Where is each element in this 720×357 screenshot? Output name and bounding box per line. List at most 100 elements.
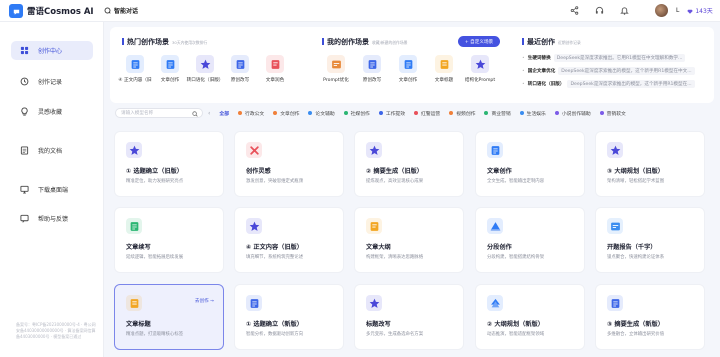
mine-scene-item[interactable]: Prompt优化 (321, 55, 351, 83)
scene-card[interactable]: ④ 正文内容（旧版） 填充细节，系统构筑完整论述 (234, 207, 344, 273)
hot-scene-item[interactable]: 文章润色 (260, 55, 290, 83)
chevron-left-icon[interactable]: ‹ (208, 110, 210, 117)
card-title: 创作灵感 (246, 168, 271, 175)
recent-subtitle: 近期创作记录 (558, 40, 581, 45)
scene-card[interactable]: 文章标题 精准点题，打造吸睛核心标签 去创作 → (114, 284, 224, 350)
category-label: 商业营销 (491, 111, 511, 117)
category-tab[interactable]: 红警运营 (414, 110, 440, 117)
category-dot-icon (484, 111, 489, 115)
card-title: ③ 摘要生成（新版） (607, 321, 664, 328)
model-search-input[interactable]: 请输入模型名称 (115, 108, 203, 118)
scene-card[interactable]: 文章创作 全文生成，智能输出定制内容 (475, 131, 585, 197)
sidebar-item-label: 下载桌面端 (38, 187, 69, 194)
hot-scene-item[interactable]: 转口语化（旧版） (187, 55, 223, 83)
category-tab[interactable]: 视频创作 (449, 110, 475, 117)
star-icon (126, 142, 142, 158)
sidebar-item-label: 我的文档 (38, 148, 63, 155)
category-label: 行政公文 (245, 111, 265, 117)
sidebar-item-creation-center[interactable]: 创作中心 (11, 41, 93, 60)
card-description: 智能分析，数据驱动创新方向 (246, 332, 304, 337)
recent-item[interactable]: • 生硬词替换 DeepSeek是深度求索推出。它用R1模型在中文理解和数学..… (522, 54, 686, 62)
report-icon (327, 55, 345, 73)
sidebar-item-history[interactable]: 创作记录 (11, 72, 93, 91)
user-menu[interactable]: L 143天 (655, 4, 713, 17)
sidebar-footer: 备案号：粤ICP备2023000000号-4 · 粤公网安备4403000000… (16, 322, 96, 339)
tree-icon (487, 295, 503, 311)
sidebar-item-favorites[interactable]: 灵感收藏 (11, 102, 93, 121)
category-label: 生活娱乐 (526, 111, 546, 117)
category-tab[interactable]: 文章创作 (273, 110, 299, 117)
scene-item-label: 文章润色 (265, 78, 285, 83)
card-description: 全文生成，智能输出定制内容 (487, 179, 545, 184)
custom-scene-button[interactable]: + 自定义场景 (458, 36, 500, 47)
card-title: ① 选题确立（新版） (246, 321, 303, 328)
scene-card[interactable]: 文章大纲 构建框架，清晰表达思路脉络 (354, 207, 464, 273)
go-create-link[interactable]: 去创作 → (195, 298, 214, 304)
mine-scene-item[interactable]: 文章标题 (429, 55, 459, 83)
category-tab[interactable]: 生活娱乐 (519, 110, 546, 117)
bullet-icon: • (522, 55, 525, 61)
category-dot-icon (519, 111, 524, 115)
scene-card[interactable]: ③ 摘要生成（新版） 多维融合，立体输出研究价值 (595, 284, 705, 350)
scene-card[interactable]: 分段创作 分段构建，智能搭建结构骨架 (475, 207, 585, 273)
scene-card[interactable]: 标题改写 多元变形，生成备选命名方案 (354, 284, 464, 350)
sidebar-item-help[interactable]: 帮助与反馈 (11, 209, 93, 228)
doc-icon (607, 295, 623, 311)
share-icon[interactable] (569, 5, 580, 16)
category-tab[interactable]: 论文辅助 (308, 110, 335, 117)
bell-icon[interactable] (619, 5, 630, 16)
scene-panels: 热门创作场景 30天内使用次数排行 ④ 正文内容（旧 文章创作 转口语化（旧版）… (110, 27, 714, 103)
category-tab[interactable]: 社媒创作 (343, 110, 370, 117)
scene-card[interactable]: ① 选题确立（新版） 智能分析，数据驱动创新方向 (234, 284, 344, 350)
category-tab[interactable]: 商业营销 (484, 110, 511, 117)
avatar (655, 4, 668, 17)
sidebar-item-label: 帮助与反馈 (38, 216, 69, 223)
smart-chat-link[interactable]: 智能对话 (104, 6, 138, 15)
grid-icon (20, 46, 29, 55)
scene-card[interactable]: 创作灵感 激发创意，突破思维定式瓶颈 (234, 131, 344, 197)
card-description: 填充细节，系统构筑完整论述 (246, 255, 304, 260)
star-icon (196, 55, 214, 73)
sidebar-item-download[interactable]: 下载桌面端 (11, 180, 93, 199)
card-title: 标题改写 (366, 321, 391, 328)
scene-card[interactable]: ② 大纲规划（新版） 动态推演，智能适配框架领域 (475, 284, 585, 350)
hot-scene-item[interactable]: ④ 正文内容（旧 (118, 55, 152, 83)
card-title: 文章标题 (126, 321, 151, 328)
scene-card[interactable]: ③ 大纲规划（旧版） 架构清晰，轻松搭起学术蓝图 (595, 131, 705, 197)
sidebar-item-label: 创作中心 (38, 48, 63, 55)
card-description: 架构清晰，轻松搭起学术蓝图 (607, 179, 665, 184)
bulb-icon (21, 107, 28, 116)
scene-card[interactable]: ② 摘要生成（旧版） 提炼观点，高效呈现核心成果 (354, 131, 464, 197)
scene-card[interactable]: ① 选题确立（旧版） 精准定位，助力发掘研究亮点 (114, 131, 224, 197)
user-name: L (676, 7, 680, 14)
top-bar: 雷语Cosmos AI 智能对话 L 143天 (0, 0, 720, 22)
category-dot-icon (378, 111, 383, 115)
star-icon (366, 295, 382, 311)
card-description: 提炼观点，高效呈现核心成果 (366, 179, 424, 184)
category-tab[interactable]: 小说创作辅助 (554, 110, 591, 117)
scene-item-label: 文章创作 (398, 78, 418, 83)
sidebar-item-documents[interactable]: 我的文档 (11, 141, 93, 160)
recent-item[interactable]: • 国企文章优化 DeepSeek是深度求索推出的模型，这个新手用R1模型在中文… (522, 67, 695, 75)
category-tab[interactable]: 全部 (219, 110, 229, 117)
hot-scene-item[interactable]: 文章创作 (155, 55, 185, 83)
category-label: 论文辅助 (315, 111, 335, 117)
mine-scene-item[interactable]: 原创改写 (357, 55, 387, 83)
category-tab[interactable]: 营销软文 (599, 110, 626, 117)
headset-icon[interactable] (594, 5, 605, 16)
category-label: 视频创作 (456, 111, 476, 117)
hot-scene-item[interactable]: 原创改写 (225, 55, 255, 83)
app-logo[interactable]: 雷语Cosmos AI (9, 4, 94, 18)
recent-item[interactable]: • 转口语化（旧版） DeepSeek是深度求索推出的模型，这个新手用R1模型在… (522, 80, 695, 88)
mine-scene-item[interactable]: 文章创作 (393, 55, 423, 83)
scene-item-label: 原创改写 (230, 78, 250, 83)
category-tab[interactable]: 行政公文 (238, 110, 264, 117)
scene-card[interactable]: 开题报告（千字） 锁点聚合，快速构建论证体系 (595, 207, 705, 273)
category-tab[interactable]: 工作提效 (378, 110, 405, 117)
card-title: 分段创作 (487, 244, 512, 251)
pen-icon (126, 218, 142, 234)
star-icon (607, 142, 623, 158)
scene-card[interactable]: 文章续写 延续逻辑，智能拓展后续发展 (114, 207, 224, 273)
mine-scene-item[interactable]: 结构化Prompt (465, 55, 495, 83)
star-icon (366, 142, 382, 158)
